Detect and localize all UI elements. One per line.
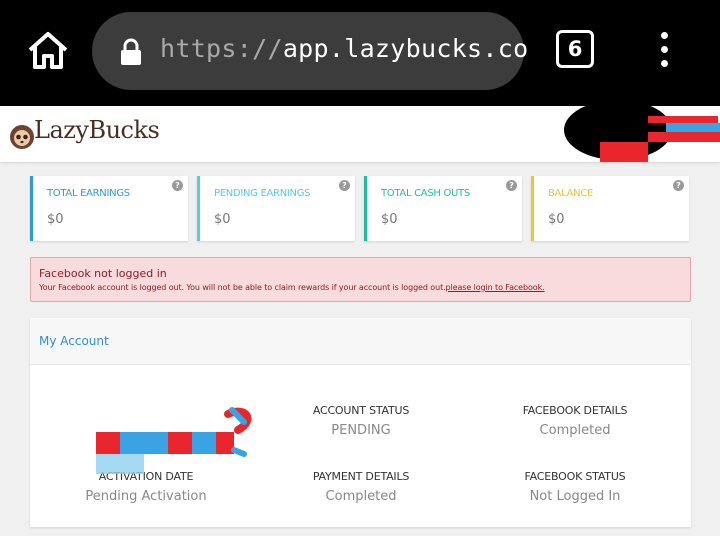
stat-label: TOTAL CASH OUTS: [381, 188, 470, 199]
redaction-mark: [96, 404, 252, 474]
stat-label: PENDING EARNINGS: [214, 188, 311, 199]
brand-name[interactable]: LazyBucks: [34, 116, 160, 144]
help-icon[interactable]: ?: [673, 180, 684, 191]
field-label: PAYMENT DETAILS: [312, 470, 410, 483]
field-activation-date: ACTIVATION DATE Pending Activation: [46, 470, 246, 504]
field-account-status: ACCOUNT STATUS PENDING: [261, 404, 461, 438]
stat-value: $0: [47, 212, 64, 227]
avatar[interactable]: [562, 106, 720, 162]
stat-value: $0: [381, 212, 398, 227]
stat-value: $0: [548, 212, 565, 227]
facebook-alert: Facebook not logged in Your Facebook acc…: [30, 257, 691, 302]
field-value: Completed: [325, 489, 397, 504]
stat-card-total-cash-outs: TOTAL CASH OUTS $0 ?: [364, 176, 522, 241]
facebook-login-link[interactable]: please login to Facebook.: [446, 283, 545, 292]
alert-title: Facebook not logged in: [39, 267, 167, 280]
stat-card-pending-earnings: PENDING EARNINGS $0 ?: [197, 176, 355, 241]
address-bar[interactable]: https://app.lazybucks.co: [92, 12, 528, 90]
field-payment-details: PAYMENT DETAILS Completed: [261, 470, 461, 504]
site-header: LazyBucks: [0, 106, 720, 162]
field-value: Completed: [539, 423, 611, 438]
tab-switcher-button[interactable]: 6: [556, 30, 594, 68]
field-facebook-status: FACEBOOK STATUS Not Logged In: [475, 470, 675, 504]
url-scheme: https://: [160, 34, 283, 63]
sloth-logo-icon[interactable]: [8, 122, 36, 152]
stat-label: TOTAL EARNINGS: [47, 188, 130, 199]
alert-message: Your Facebook account is logged out. You…: [39, 283, 545, 292]
home-icon[interactable]: [26, 30, 70, 70]
stat-card-balance: BALANCE $0 ?: [531, 176, 689, 241]
panel-header: My Account: [30, 318, 691, 365]
field-label: FACEBOOK DETAILS: [522, 404, 628, 417]
field-value: Pending Activation: [85, 489, 207, 504]
help-icon[interactable]: ?: [339, 180, 350, 191]
url-host: app.lazybucks.co: [282, 34, 529, 63]
lock-icon: [121, 38, 141, 65]
field-value: Not Logged In: [529, 489, 621, 504]
help-icon[interactable]: ?: [506, 180, 517, 191]
browser-toolbar: https://app.lazybucks.co 6: [0, 0, 720, 106]
help-icon[interactable]: ?: [172, 180, 183, 191]
stat-label: BALANCE: [548, 188, 594, 199]
more-vert-icon[interactable]: [658, 32, 670, 72]
url-text: https://app.lazybucks.co: [160, 34, 528, 63]
stat-card-total-earnings: TOTAL EARNINGS $0 ?: [30, 176, 188, 241]
stat-value: $0: [214, 212, 231, 227]
alert-message-text: Your Facebook account is logged out. You…: [39, 283, 446, 292]
field-facebook-details: FACEBOOK DETAILS Completed: [475, 404, 675, 438]
field-label: ACCOUNT STATUS: [312, 404, 410, 417]
field-value: PENDING: [331, 423, 391, 438]
field-label: FACEBOOK STATUS: [524, 470, 626, 483]
panel-title: My Account: [39, 334, 109, 348]
